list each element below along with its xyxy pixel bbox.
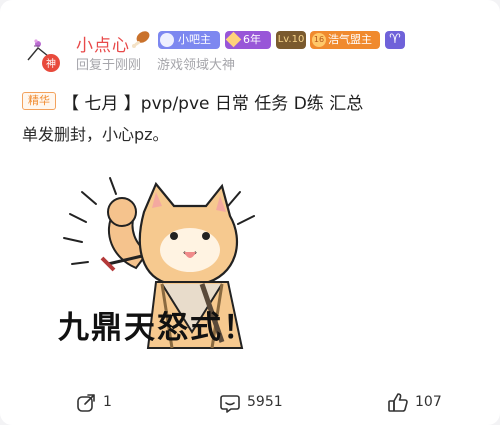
badge-label: 6年 (243, 33, 261, 46)
moderator-icon (160, 33, 174, 47)
like-button[interactable]: 107 (387, 392, 467, 414)
avatar[interactable]: 神 (24, 34, 66, 74)
diamond-icon (225, 31, 242, 48)
faction-badge[interactable]: 16 浩气盟主 (310, 31, 380, 49)
share-icon (77, 394, 95, 412)
comment-icon (220, 395, 240, 413)
comment-button[interactable]: 5951 (219, 392, 309, 414)
thumbs-up-icon (388, 393, 408, 412)
post-card[interactable]: 神 小点心 小吧主 6年 Lv.10 16 浩气盟主 ♈ 回复于刚刚 游戏领域大神… (0, 0, 500, 425)
reply-time: 回复于刚刚 (76, 58, 142, 73)
level-badge[interactable]: Lv.10 (276, 31, 306, 49)
post-meta: 回复于刚刚 游戏领域大神 (76, 54, 235, 73)
moderator-badge[interactable]: 小吧主 (158, 31, 220, 49)
share-button[interactable]: 1 (75, 392, 135, 414)
badge-label: 浩气盟主 (328, 33, 372, 46)
badge-label: ♈ (389, 32, 401, 47)
forum-rank: 游戏领域大神 (157, 58, 236, 73)
author-name[interactable]: 小点心 (76, 31, 130, 56)
share-count: 1 (103, 394, 112, 410)
like-count: 107 (415, 394, 442, 410)
sticker-caption: 九鼎天怒式！ (58, 310, 256, 346)
essence-tag: 精华 (22, 92, 56, 110)
comment-count: 5951 (247, 394, 283, 410)
aries-icon[interactable]: ♈ (385, 31, 405, 49)
years-badge[interactable]: 6年 (225, 31, 271, 49)
avatar-god-badge: 神 (46, 59, 56, 70)
badge-label: 小吧主 (178, 33, 211, 46)
post-body[interactable]: 单发删封，小心pz。 (22, 121, 169, 145)
badge-label: Lv.10 (277, 34, 305, 45)
drumstick-icon (130, 28, 152, 50)
post-title[interactable]: 【 七月 】pvp/pve 日常 任务 D练 汇总 (62, 89, 363, 114)
rank-16-icon: 16 (312, 33, 326, 47)
